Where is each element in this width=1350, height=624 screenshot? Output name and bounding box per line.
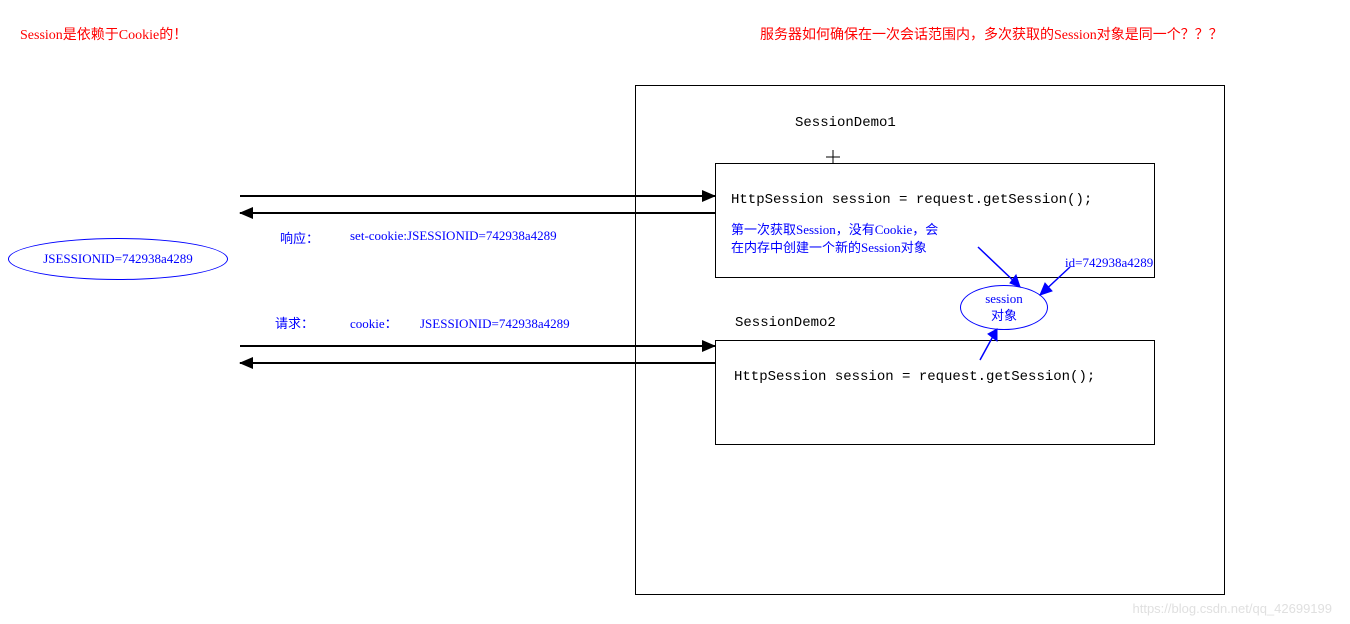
- response-label: 响应：: [280, 228, 319, 247]
- cross-mark-icon: [826, 150, 840, 164]
- arrow-response-demo2: [240, 362, 715, 364]
- client-cookie-ellipse: JSESSIONID=742938a4289: [8, 238, 228, 280]
- arrow-id-to-session-icon: [1030, 265, 1080, 305]
- response-cookie: set-cookie:JSESSIONID=742938a4289: [350, 228, 557, 244]
- client-cookie-text: JSESSIONID=742938a4289: [43, 251, 193, 268]
- request-cookie-value: JSESSIONID=742938a4289: [420, 316, 570, 332]
- arrow-request-demo2: [240, 345, 715, 347]
- title-right: 服务器如何确保在一次会话范围内，多次获取的Session对象是同一个？？？: [760, 24, 1223, 44]
- arrow-response-demo1: [240, 212, 715, 214]
- demo2-title: SessionDemo2: [735, 315, 836, 331]
- request-cookie-prefix: cookie：: [350, 313, 398, 332]
- arrow-demo2-to-session-icon: [975, 325, 1025, 365]
- request-label: 请求：: [275, 313, 314, 332]
- demo1-note-line1: 第一次获取Session，没有Cookie，会: [731, 219, 938, 238]
- watermark: https://blog.csdn.net/qq_42699199: [1133, 601, 1333, 616]
- demo1-note-line2: 在内存中创建一个新的Session对象: [731, 237, 927, 256]
- title-left: Session是依赖于Cookie的！: [20, 24, 187, 44]
- demo1-title: SessionDemo1: [795, 115, 896, 131]
- demo1-code: HttpSession session = request.getSession…: [731, 192, 1092, 208]
- session-obj-line2: 对象: [985, 308, 1023, 325]
- demo2-box: HttpSession session = request.getSession…: [715, 340, 1155, 445]
- arrow-request-demo1: [240, 195, 715, 197]
- demo2-code: HttpSession session = request.getSession…: [734, 369, 1095, 385]
